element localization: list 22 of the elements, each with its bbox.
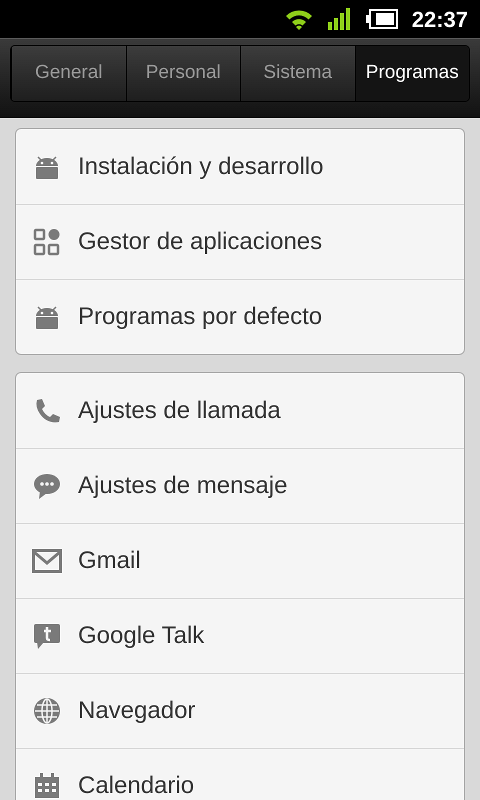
settings-item[interactable]: Gmail bbox=[16, 523, 464, 598]
battery-icon bbox=[366, 9, 398, 29]
settings-item[interactable]: Google Talk bbox=[16, 598, 464, 673]
tab[interactable]: Sistema bbox=[240, 46, 354, 101]
tab[interactable]: Programas bbox=[354, 46, 469, 101]
settings-item[interactable]: Instalación y desarrollo bbox=[16, 129, 464, 204]
app-grid-icon bbox=[33, 228, 61, 256]
clock-time: 22:37 bbox=[412, 6, 468, 34]
tab[interactable]: Personal bbox=[126, 46, 240, 101]
talk-bubble-icon bbox=[33, 622, 61, 650]
wifi-icon bbox=[284, 8, 314, 30]
signal-icon bbox=[328, 8, 352, 30]
tab[interactable]: General bbox=[11, 46, 126, 101]
settings-item[interactable]: Ajustes de mensaje bbox=[16, 448, 464, 523]
settings-item[interactable]: Calendario bbox=[16, 748, 464, 800]
settings-item[interactable]: Programas por defecto bbox=[16, 279, 464, 354]
globe-icon bbox=[33, 697, 61, 725]
chat-bubble-icon bbox=[33, 472, 61, 500]
settings-item[interactable]: Gestor de aplicaciones bbox=[16, 204, 464, 279]
mail-icon bbox=[32, 549, 62, 573]
settings-item[interactable]: Navegador bbox=[16, 673, 464, 748]
settings-item[interactable]: Ajustes de llamada bbox=[16, 373, 464, 448]
